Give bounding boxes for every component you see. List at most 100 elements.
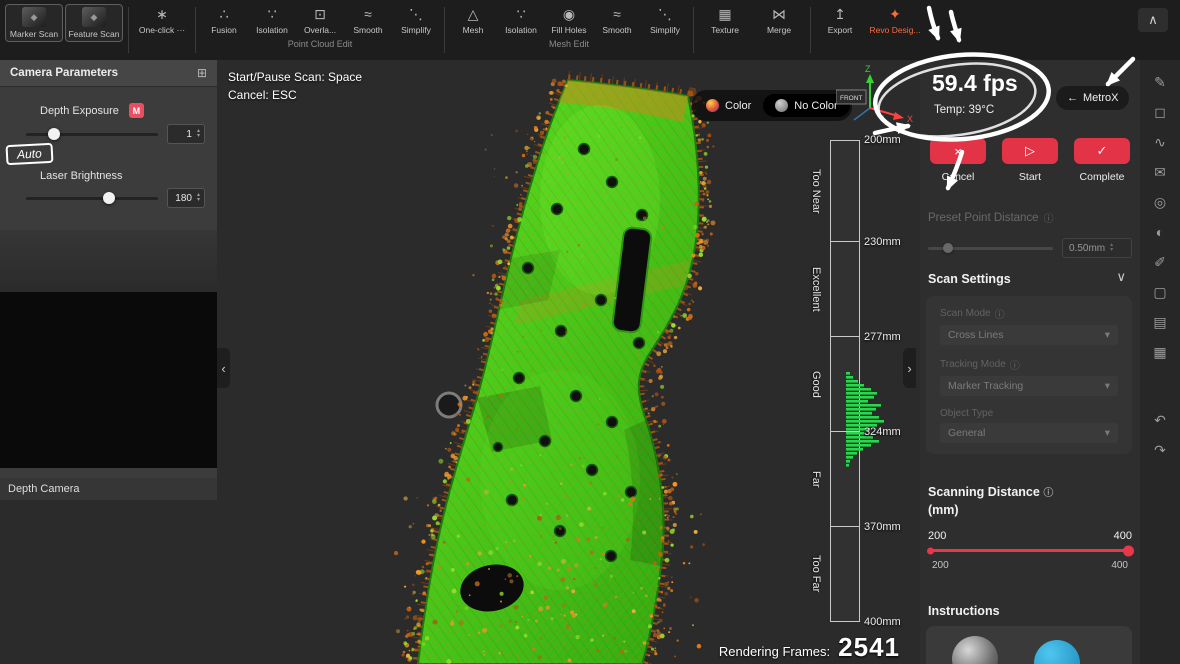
redo-icon[interactable]: ↷: [1154, 442, 1166, 458]
mesh-isolation-button[interactable]: ∵ Isolation: [498, 4, 544, 35]
preset-point-distance-handle[interactable]: [943, 243, 953, 253]
tracking-mode-dropdown[interactable]: Marker Tracking ▾: [940, 376, 1118, 396]
pen-tool-icon[interactable]: ✎: [1154, 74, 1166, 90]
depth-camera-caption: Depth Camera: [0, 478, 217, 500]
spinner-down-icon[interactable]: ▾: [1110, 248, 1113, 253]
manual-mode-badge[interactable]: M: [129, 103, 144, 118]
scanning-distance-min-handle[interactable]: [927, 547, 934, 554]
scanning-distance-slider[interactable]: [928, 549, 1132, 552]
box-select-icon[interactable]: ▢: [1153, 284, 1166, 300]
scanning-distance-max-handle[interactable]: [1123, 545, 1134, 556]
fps-readout: 59.4 fps: [932, 70, 1018, 97]
fusion-button[interactable]: ∴ Fusion: [201, 4, 247, 35]
mesh-isolation-label: Isolation: [505, 25, 537, 35]
preset-point-distance-slider[interactable]: [928, 247, 1053, 250]
scan-mode-value: Cross Lines: [948, 329, 1003, 341]
info-icon[interactable]: ⓘ: [995, 306, 1005, 321]
tick-230mm: 230mm: [864, 236, 901, 248]
mesh-simplify-button[interactable]: ⋱ Simplify: [642, 4, 688, 35]
comment-icon[interactable]: ✉: [1154, 164, 1166, 180]
scan-mode-dropdown[interactable]: Cross Lines ▾: [940, 325, 1118, 345]
pc-isolation-button[interactable]: ∵ Isolation: [249, 4, 295, 35]
cancel-button[interactable]: × Cancel: [926, 138, 990, 183]
export-icon: ↥: [834, 6, 846, 23]
rendering-frames-value: 2541: [838, 632, 900, 663]
overlap-button[interactable]: ⊡ Overla...: [297, 4, 343, 35]
object-type-dropdown[interactable]: General ▾: [940, 423, 1118, 443]
color-sphere-icon: [706, 99, 719, 112]
simplify-icon: ⋱: [409, 6, 423, 23]
target-icon[interactable]: ◎: [1154, 194, 1166, 210]
texture-button[interactable]: ▦ Texture: [699, 4, 751, 35]
scanning-distance-range-bottom: 200 400: [932, 560, 1128, 571]
fill-holes-icon: ◉: [563, 6, 575, 23]
depth-exposure-stepper[interactable]: 1 ▴▾: [167, 124, 205, 144]
undo-icon[interactable]: ↶: [1154, 412, 1166, 428]
revo-design-button[interactable]: ✦ Revo Desig...: [866, 4, 924, 35]
marker-scan-thumbnail-icon: ◆: [22, 7, 46, 27]
toolbar-collapse-button[interactable]: ∧: [1138, 8, 1168, 32]
smooth-icon: ≈: [364, 6, 372, 23]
lasso-select-icon[interactable]: ∿: [1154, 134, 1166, 150]
marker-scan-button[interactable]: ◆ Marker Scan: [5, 4, 63, 42]
preset-point-distance: Preset Point Distance ⓘ 0.50mm ▴▾: [928, 210, 1132, 258]
fill-holes-button[interactable]: ◉ Fill Holes: [546, 4, 592, 35]
depth-exposure-value: 1: [174, 129, 192, 140]
camera-preview-gradient: [0, 230, 217, 292]
mesh-smooth-button[interactable]: ≈ Smooth: [594, 4, 640, 35]
chevron-down-icon: ▾: [1105, 380, 1110, 392]
camera-parameters-title: Camera Parameters: [10, 67, 118, 79]
info-icon[interactable]: ⓘ: [1043, 488, 1053, 499]
mesh-button[interactable]: △ Mesh: [450, 4, 496, 35]
scanning-distance-title: Scanning Distance ⓘ (mm): [928, 484, 1053, 519]
export-button[interactable]: ↥ Export: [816, 4, 864, 35]
preset-point-distance-stepper[interactable]: 0.50mm ▴▾: [1062, 238, 1132, 258]
overlap-label: Overla...: [304, 25, 336, 35]
one-click-button[interactable]: ∗ One-click ···: [134, 4, 190, 35]
keyboard-hints: Start/Pause Scan: Space Cancel: ESC: [228, 68, 362, 104]
pc-smooth-button[interactable]: ≈ Smooth: [345, 4, 391, 35]
pc-simplify-button[interactable]: ⋱ Simplify: [393, 4, 439, 35]
collapse-right-panel-handle[interactable]: ›: [903, 348, 916, 388]
color-option[interactable]: Color: [694, 94, 763, 117]
feature-scan-thumbnail-icon: ◆: [82, 7, 106, 27]
laser-brightness-stepper[interactable]: 180 ▴▾: [167, 188, 205, 208]
range-max: 400: [1114, 530, 1132, 542]
play-icon: ▷: [1025, 143, 1035, 159]
laser-brightness-slider[interactable]: [26, 197, 158, 200]
start-button[interactable]: ▷ Start: [998, 138, 1062, 183]
complete-button[interactable]: ✓ Complete: [1070, 138, 1134, 183]
laser-brightness-value: 180: [174, 193, 192, 204]
depth-exposure-slider-handle[interactable]: [48, 128, 60, 140]
tick-400mm: 400mm: [864, 616, 901, 628]
instructions-card[interactable]: [926, 626, 1132, 664]
marquee-select-icon[interactable]: ◻: [1154, 104, 1166, 120]
popout-icon[interactable]: ⊞: [197, 66, 207, 80]
tick-324mm: 324mm: [864, 426, 901, 438]
tick-277mm: 277mm: [864, 331, 901, 343]
mesh-icon: △: [468, 6, 479, 23]
contrast-icon[interactable]: ◐: [1156, 224, 1164, 240]
one-click-icon: ∗: [156, 6, 168, 23]
spinner-down-icon[interactable]: ▾: [197, 134, 200, 139]
revo-design-icon: ✦: [889, 6, 901, 23]
instructions-title: Instructions: [928, 604, 1000, 618]
merge-button[interactable]: ⋈ Merge: [753, 4, 805, 35]
cancel-label: Cancel: [942, 171, 975, 183]
scan-settings-collapse-icon[interactable]: ∨: [1116, 269, 1126, 285]
gizmo-x-label: X: [907, 114, 913, 124]
feature-scan-button[interactable]: ◆ Feature Scan: [65, 4, 123, 42]
grid-view-icon[interactable]: ▦: [1153, 344, 1166, 360]
no-color-option-label: No Color: [794, 100, 837, 112]
scan-control-panel: 59.4 fps Temp: 39°C ← MetroX × Cancel ▷ …: [920, 60, 1140, 664]
info-icon[interactable]: ⓘ: [1010, 357, 1020, 372]
spinner-down-icon[interactable]: ▾: [197, 198, 200, 203]
laser-brightness-slider-handle[interactable]: [103, 192, 115, 204]
annotate-icon[interactable]: ✐: [1154, 254, 1166, 270]
collapse-left-panel-handle[interactable]: ‹: [217, 348, 230, 388]
metrox-back-button[interactable]: ← MetroX: [1056, 86, 1129, 110]
depth-exposure-slider[interactable]: [26, 133, 158, 136]
list-view-icon[interactable]: ▤: [1153, 314, 1166, 330]
orientation-gizmo[interactable]: FRONT Z X ×: [836, 62, 922, 132]
info-icon[interactable]: ⓘ: [1044, 210, 1054, 225]
